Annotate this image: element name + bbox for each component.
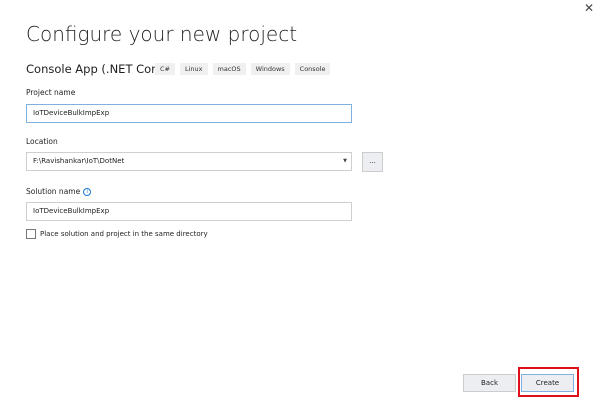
location-label: Location (26, 137, 58, 146)
location-value: F:\Ravishankar\IoT\DotNet (33, 157, 125, 165)
same-directory-checkbox[interactable] (26, 229, 36, 239)
tag: macOS (212, 63, 246, 75)
highlight-box (518, 367, 579, 397)
back-button[interactable]: Back (463, 374, 516, 392)
page-title: Configure your new project (26, 22, 298, 46)
info-icon[interactable]: i (83, 188, 92, 196)
project-name-input[interactable]: IoTDeviceBulkImpExp (26, 104, 352, 123)
close-icon[interactable]: ✕ (584, 1, 594, 15)
tag: Windows (250, 63, 290, 75)
tag: Linux (180, 63, 208, 75)
solution-name-label-text: Solution name (26, 187, 81, 196)
dropdown-arrow-icon[interactable]: ▼ (343, 153, 347, 170)
tag: C# (155, 63, 175, 75)
same-directory-label[interactable]: Place solution and project in the same d… (40, 230, 208, 238)
template-name: Console App (.NET Core) (26, 62, 168, 76)
tag: Console (294, 63, 331, 75)
solution-name-input[interactable]: IoTDeviceBulkImpExp (26, 202, 352, 221)
project-name-label: Project name (26, 88, 76, 97)
location-select[interactable]: F:\Ravishankar\IoT\DotNet ▼ (26, 152, 352, 171)
browse-button[interactable]: ... (362, 152, 383, 172)
solution-name-label: Solution name i (26, 187, 92, 196)
template-tags: C# Linux macOS Windows Console (155, 63, 331, 75)
